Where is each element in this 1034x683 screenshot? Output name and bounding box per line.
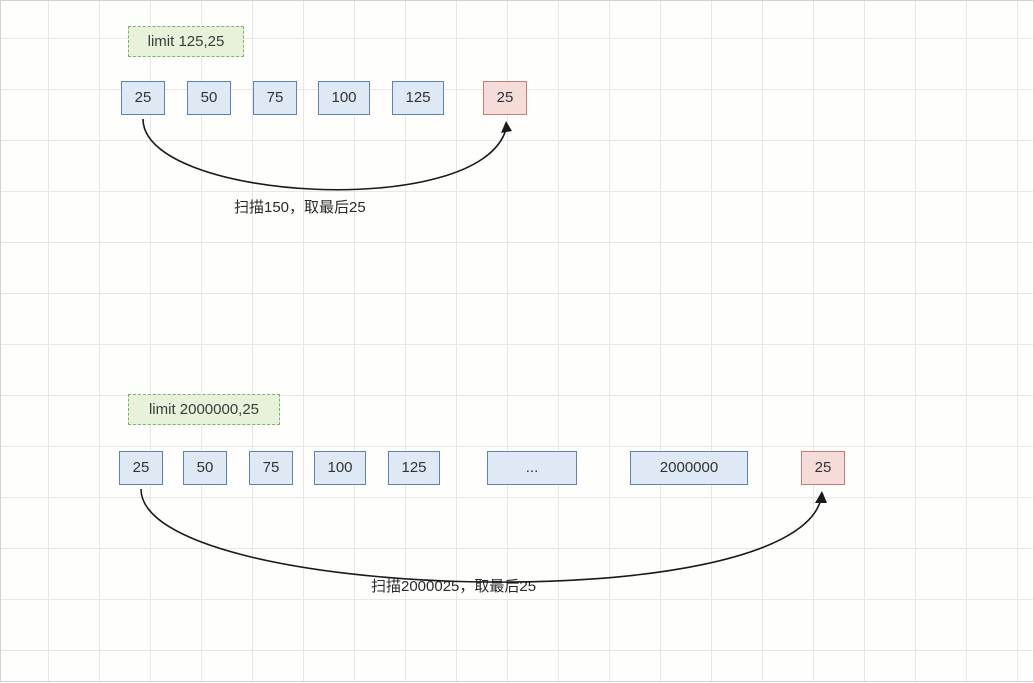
scan-block: 50: [183, 451, 227, 485]
limit-label-2: limit 2000000,25: [128, 394, 280, 425]
scan-block: 125: [392, 81, 444, 115]
scan-block: 2000000: [630, 451, 748, 485]
result-block: 25: [483, 81, 527, 115]
result-block: 25: [801, 451, 845, 485]
scan-block: 25: [121, 81, 165, 115]
scan-block: 75: [253, 81, 297, 115]
annotation-1: 扫描150，取最后25: [234, 196, 366, 217]
scan-block: 50: [187, 81, 231, 115]
scan-block: 100: [318, 81, 370, 115]
scan-block: 100: [314, 451, 366, 485]
scan-block: 125: [388, 451, 440, 485]
scan-block: 25: [119, 451, 163, 485]
annotation-2: 扫描2000025，取最后25: [371, 575, 536, 596]
scan-block-ellipsis: ...: [487, 451, 577, 485]
diagram-canvas: limit 125,25 25 50 75 100 125 25 扫描150，取…: [0, 0, 1034, 682]
limit-label-1: limit 125,25: [128, 26, 244, 57]
scan-block: 75: [249, 451, 293, 485]
